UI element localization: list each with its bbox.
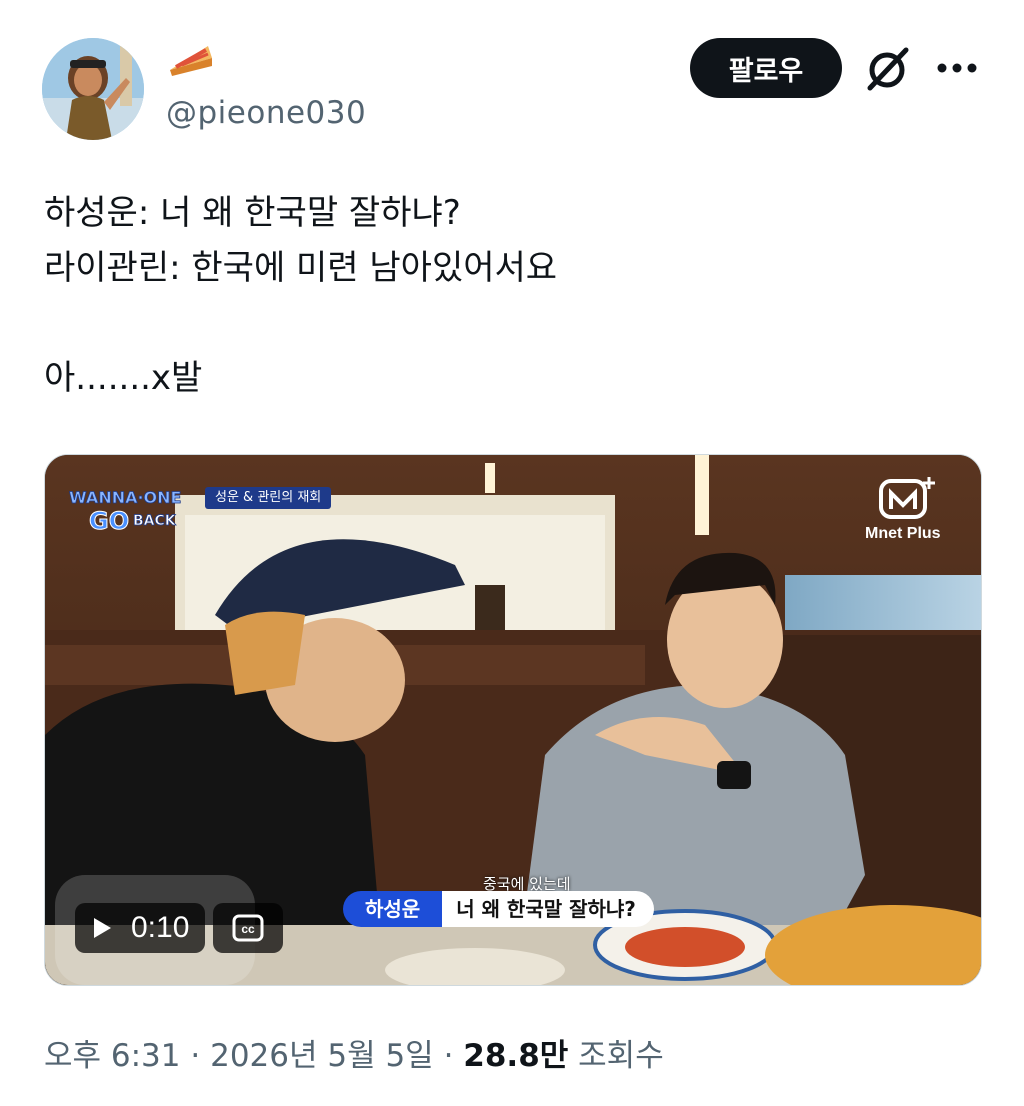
video-duration: 0:10 [131, 911, 190, 944]
author-handle[interactable]: @pieone030 [166, 95, 366, 131]
avatar[interactable] [42, 38, 144, 140]
tweet-text: 하성운: 너 왜 한국말 잘하냐? 라이관린: 한국에 미련 남아있어서요 아.… [44, 186, 984, 406]
subtitle-speaker: 하성운 [343, 891, 443, 927]
grok-icon[interactable] [862, 44, 912, 94]
tweet-line: 하성운: 너 왜 한국말 잘하냐? [44, 193, 461, 233]
video-controls: 0:10 cc [75, 903, 284, 953]
subtitle-bar: 하성운 너 왜 한국말 잘하냐? [343, 891, 654, 927]
pie-emoji-icon [170, 46, 212, 76]
show-logo-line: GO [89, 507, 129, 535]
episode-tag: 성운 & 관린의 재회 [205, 487, 332, 509]
show-logo: WANNA·ONE GO BACK [69, 488, 182, 536]
meta-separator: · [190, 1038, 201, 1074]
views-label: 조회수 [578, 1038, 664, 1074]
avatar-image [42, 38, 144, 140]
subtitle-text: 너 왜 한국말 잘하냐? [442, 891, 654, 927]
play-icon [94, 918, 111, 938]
captions-icon: cc [232, 914, 264, 942]
show-logo-line: BACK [133, 513, 177, 529]
tweet-header: @pieone030 팔로우 [0, 0, 1024, 150]
tweet-time[interactable]: 오후 6:31 [44, 1038, 181, 1074]
meta-separator: · [443, 1038, 454, 1074]
follow-button[interactable]: 팔로우 [690, 38, 842, 98]
tweet-line: 아.......x발 [44, 358, 203, 398]
show-logo-line: WANNA·ONE [69, 488, 181, 507]
tweet-date[interactable]: 2026년 5월 5일 [210, 1038, 434, 1074]
tweet-line [44, 296, 984, 351]
captions-label: cc [242, 922, 256, 936]
play-duration-button[interactable]: 0:10 [75, 903, 206, 953]
video-player[interactable]: WANNA·ONE GO BACK 성운 & 관린의 재회 Mnet Plus … [44, 454, 982, 986]
tweet-line: 라이관린: 한국에 미련 남아있어서요 [44, 248, 558, 288]
tweet-meta: 오후 6:31 · 2026년 5월 5일 · 28.8만 조회수 [44, 1030, 664, 1075]
captions-button[interactable]: cc [213, 903, 284, 953]
views-count[interactable]: 28.8만 [463, 1038, 568, 1074]
broadcaster-label: Mnet Plus [865, 525, 941, 542]
more-icon[interactable] [932, 50, 982, 86]
